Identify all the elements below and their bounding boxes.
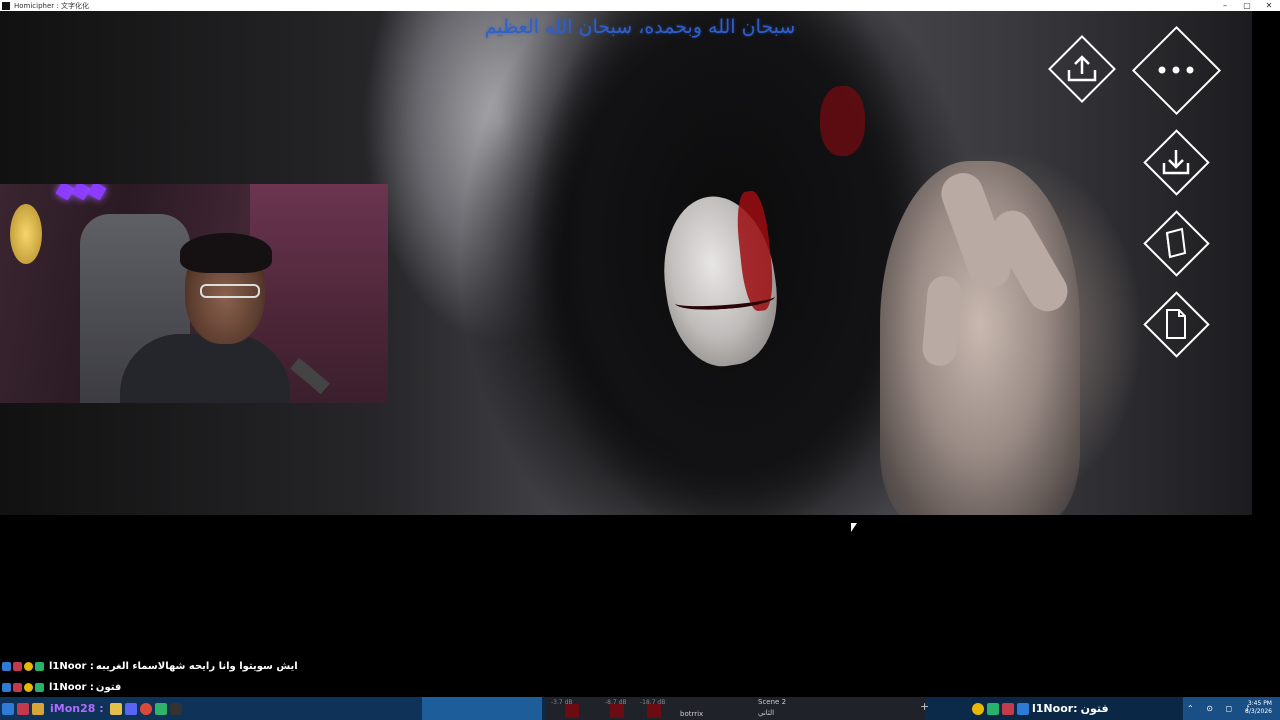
streamer-hair bbox=[180, 233, 272, 273]
taskbar-chat-user: l1Noor: bbox=[1032, 702, 1078, 715]
obs-scene-name[interactable]: Scene 2 bbox=[758, 698, 786, 706]
taskbar-left: iMon28 : bbox=[0, 697, 422, 720]
discord-icon[interactable] bbox=[124, 702, 137, 715]
sub-badge-icon bbox=[13, 662, 22, 671]
chrome-icon[interactable] bbox=[139, 702, 152, 715]
minimize-button[interactable]: – bbox=[1214, 0, 1236, 11]
chat-text: ايش سويتوا وانا رايحه شهالاسماء الغريبه bbox=[95, 661, 298, 672]
window-title-bar: Homicipher : 文字化化 – ▢ ✕ bbox=[0, 0, 1280, 11]
taskbar-chat-username: iMon28 : bbox=[50, 702, 104, 715]
notebook-button[interactable] bbox=[1142, 209, 1210, 277]
grid-badge-icon bbox=[35, 662, 44, 671]
level-badge-icon bbox=[972, 702, 984, 715]
dhikr-overlay-text: سبحان الله وبحمده، سبحان الله العظيم bbox=[484, 16, 796, 38]
obs-panel: -3.7 dB -8.7 dB -18.7 dB botrrix Scene 2… bbox=[545, 697, 929, 720]
gift-badge-icon bbox=[32, 702, 44, 715]
wall-lamp bbox=[10, 204, 42, 264]
document-icon bbox=[1166, 309, 1186, 339]
clock-date: 8/3/2026 bbox=[1245, 708, 1272, 715]
sub-badge-icon bbox=[13, 683, 22, 692]
notebook-icon bbox=[1165, 227, 1187, 259]
more-options-button[interactable] bbox=[1131, 25, 1221, 115]
streamer bbox=[100, 233, 290, 403]
download-icon bbox=[1162, 150, 1190, 175]
chat-username: l1Noor : bbox=[49, 661, 94, 672]
chat-text: فتون bbox=[95, 682, 122, 693]
app-icon[interactable] bbox=[154, 702, 167, 715]
tray-icons[interactable]: ⌃ ⊙ ◻ ♪ bbox=[1183, 704, 1255, 713]
grid-badge-icon bbox=[987, 702, 999, 715]
streamer-body bbox=[120, 334, 290, 403]
hex-light bbox=[87, 184, 107, 201]
chat-username: l1Noor : bbox=[49, 682, 94, 693]
audio-meter bbox=[647, 704, 661, 718]
game-icon[interactable] bbox=[169, 702, 182, 715]
share-button[interactable] bbox=[1048, 35, 1116, 103]
verified-badge-icon bbox=[2, 702, 14, 715]
audio-meter bbox=[565, 704, 579, 718]
ellipsis-icon bbox=[1158, 66, 1194, 74]
taskbar-chat-preview: l1Noor: فتون bbox=[972, 697, 1182, 720]
audio-meter bbox=[610, 704, 624, 718]
app-icon bbox=[2, 1, 10, 10]
verified-badge-icon bbox=[2, 662, 11, 671]
upload-icon bbox=[1067, 55, 1097, 82]
obs-scene-sub: الثاني bbox=[758, 709, 775, 717]
streamer-glasses bbox=[200, 284, 260, 298]
taskbar-chat-text: فتون bbox=[1080, 702, 1109, 715]
chat-message: l1Noor : فتون bbox=[2, 682, 121, 693]
system-tray: ⌃ ⊙ ◻ ♪ 3:45 PM 8/3/2026 bbox=[1183, 697, 1280, 720]
level-badge-icon bbox=[24, 683, 33, 692]
add-icon[interactable]: + bbox=[920, 700, 929, 713]
taskbar: iMon28 : -3.7 dB -8.7 dB -18.7 dB botrri… bbox=[0, 697, 1280, 720]
verified-badge-icon bbox=[1017, 702, 1029, 715]
level-badge-icon bbox=[24, 662, 33, 671]
sub-badge-icon bbox=[17, 702, 29, 715]
chat-message: l1Noor : ايش سويتوا وانا رايحه شهالاسماء… bbox=[2, 661, 298, 672]
taskbar-active-app[interactable] bbox=[422, 697, 542, 720]
clock-time: 3:45 PM bbox=[1247, 700, 1272, 707]
window-controls: – ▢ ✕ bbox=[1214, 0, 1280, 11]
sub-badge-icon bbox=[1002, 702, 1014, 715]
maximize-button[interactable]: ▢ bbox=[1236, 0, 1258, 11]
document-button[interactable] bbox=[1142, 290, 1210, 358]
clock[interactable]: 3:45 PM 8/3/2026 bbox=[1245, 700, 1272, 716]
grid-badge-icon bbox=[35, 683, 44, 692]
blood-stain bbox=[820, 86, 865, 156]
mouse-cursor bbox=[851, 523, 857, 532]
close-button[interactable]: ✕ bbox=[1258, 0, 1280, 11]
webcam-overlay bbox=[0, 184, 388, 403]
file-explorer-icon[interactable] bbox=[109, 702, 122, 715]
save-button[interactable] bbox=[1142, 128, 1210, 196]
window-title: Homicipher : 文字化化 bbox=[14, 1, 89, 10]
obs-source-name[interactable]: botrrix bbox=[680, 710, 703, 718]
verified-badge-icon bbox=[2, 683, 11, 692]
